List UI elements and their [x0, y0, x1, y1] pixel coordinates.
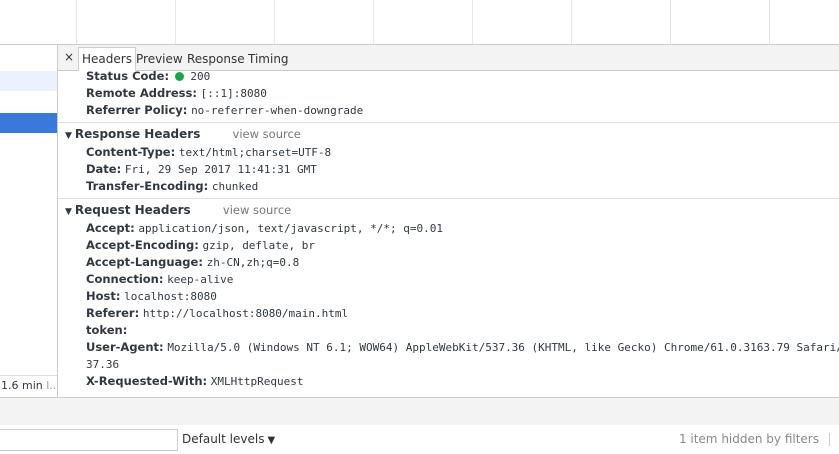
view-source-link[interactable]: view source — [223, 203, 291, 217]
response-header-row: Date: Fri, 29 Sep 2017 11:41:31 GMT — [86, 161, 317, 178]
header-key: Referrer Policy: — [86, 103, 188, 117]
request-header-row: Host: localhost:8080 — [86, 288, 217, 305]
expand-triangle-icon[interactable]: ▼ — [65, 131, 72, 141]
timeline-gridline — [472, 0, 473, 44]
timeline-gridline — [769, 0, 770, 44]
section-title: Response Headers — [74, 127, 201, 141]
general-referrer-policy: Referrer Policy: no-referrer-when-downgr… — [86, 102, 363, 119]
hidden-items-note: 1 item hidden by filters — [679, 429, 831, 449]
request-row[interactable] — [0, 71, 57, 91]
header-key: User-Agent: — [86, 340, 164, 354]
general-remote-address: Remote Address: [::1]:8080 — [86, 85, 267, 102]
header-value: chunked — [211, 180, 259, 193]
request-detail-pane: × Headers Preview Response Timing Status… — [58, 45, 839, 397]
header-key: Accept-Language: — [86, 255, 203, 269]
header-key: Date: — [86, 162, 122, 176]
request-header-row: X-Requested-With: XMLHttpRequest — [86, 373, 304, 390]
timeline-gridline — [670, 0, 671, 44]
request-header-row: token: — [86, 322, 127, 339]
header-value: [::1]:8080 — [200, 87, 267, 100]
request-list: 1.6 min l... — [0, 45, 58, 397]
request-header-row: Accept: application/json, text/javascrip… — [86, 220, 443, 237]
levels-label: Default levels — [182, 432, 265, 446]
section-divider — [58, 198, 839, 199]
request-row-selected[interactable] — [0, 113, 57, 133]
timeline-gridline — [175, 0, 176, 44]
tab-response[interactable]: Response — [184, 48, 248, 70]
response-headers-section-header[interactable]: ▼ Response Headers view source — [65, 125, 301, 145]
drawer-toolbar — [0, 397, 839, 426]
header-value: 200 — [190, 70, 211, 83]
network-timeline — [0, 0, 839, 45]
header-key: token: — [86, 323, 128, 337]
header-value: gzip, deflate, br — [202, 239, 316, 252]
request-headers-section-header[interactable]: ▼ Request Headers view source — [65, 201, 291, 221]
header-value: keep-alive — [167, 273, 234, 286]
header-value: XMLHttpRequest — [210, 375, 304, 388]
console-filter-bar: Default levels ▼ 1 item hidden by filters — [0, 425, 839, 454]
close-icon[interactable]: × — [62, 48, 76, 66]
status-summary: 1.6 min — [1, 379, 43, 392]
header-value: zh-CN,zh;q=0.8 — [206, 256, 300, 269]
header-key: Connection: — [86, 272, 164, 286]
section-title: Request Headers — [74, 203, 191, 217]
request-header-row: Accept-Encoding: gzip, deflate, br — [86, 237, 315, 254]
timeline-gridline — [373, 0, 374, 44]
header-value: Fri, 29 Sep 2017 11:41:31 GMT — [124, 163, 317, 176]
levels-dropdown[interactable]: Default levels ▼ — [182, 429, 275, 451]
header-key: Content-Type: — [86, 145, 176, 159]
header-value: Mozilla/5.0 (Windows NT 6.1; WOW64) Appl… — [167, 341, 839, 354]
tab-timing[interactable]: Timing — [245, 48, 292, 70]
header-key: X-Requested-With: — [86, 374, 208, 388]
section-divider — [58, 122, 839, 123]
status-overflow: l... — [46, 379, 57, 392]
response-header-row: Content-Type: text/html;charset=UTF-8 — [86, 144, 331, 161]
response-header-row: Transfer-Encoding: chunked — [86, 178, 258, 195]
view-source-link[interactable]: view source — [233, 127, 301, 141]
tab-preview[interactable]: Preview — [133, 48, 186, 70]
header-key: Remote Address: — [86, 86, 197, 100]
timeline-gridline — [76, 0, 77, 44]
header-key: Status Code: — [86, 69, 170, 83]
expand-triangle-icon[interactable]: ▼ — [65, 207, 72, 217]
header-value: text/html;charset=UTF-8 — [178, 146, 332, 159]
header-value: no-referrer-when-downgrade — [191, 104, 364, 117]
request-header-row-continued: 37.36 — [86, 356, 119, 373]
general-status-code: Status Code: 200 — [86, 68, 210, 85]
header-key: Host: — [86, 289, 121, 303]
header-key: Accept: — [86, 221, 135, 235]
chevron-down-icon: ▼ — [267, 435, 276, 446]
request-header-row: User-Agent: Mozilla/5.0 (Windows NT 6.1;… — [86, 339, 839, 356]
header-key: Referer: — [86, 306, 140, 320]
timeline-gridline — [274, 0, 275, 44]
timeline-gridline — [571, 0, 572, 44]
header-value: http://localhost:8080/main.html — [142, 307, 349, 320]
header-key: Accept-Encoding: — [86, 238, 199, 252]
header-value: 37.36 — [86, 358, 120, 371]
request-header-row: Accept-Language: zh-CN,zh;q=0.8 — [86, 254, 299, 271]
request-header-row: Referer: http://localhost:8080/main.html — [86, 305, 348, 322]
request-list-status: 1.6 min l... — [0, 375, 57, 395]
status-ok-icon — [174, 72, 184, 81]
header-value: application/json, text/javascript, */*; … — [138, 222, 443, 235]
console-filter-input[interactable] — [0, 429, 178, 451]
header-value: localhost:8080 — [124, 290, 217, 303]
request-header-row: Connection: keep-alive — [86, 271, 233, 288]
header-key: Transfer-Encoding: — [86, 179, 209, 193]
